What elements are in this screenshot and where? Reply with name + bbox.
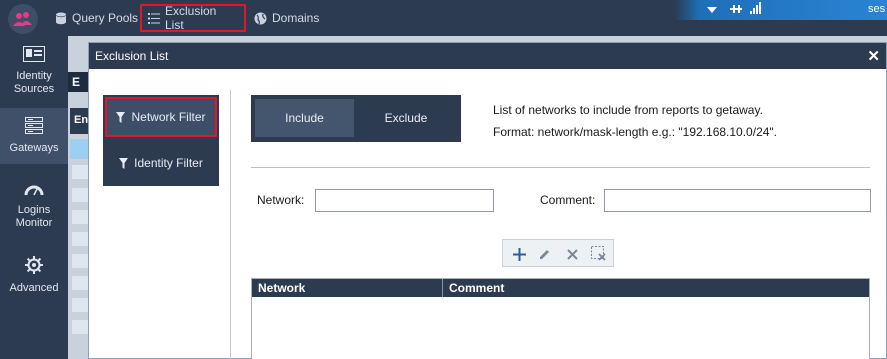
gauge-icon [24, 184, 44, 200]
edit-icon[interactable] [534, 243, 556, 265]
nav-query-pools[interactable]: Query Pools [55, 0, 138, 36]
identity-filter-label: Identity Filter [134, 156, 203, 170]
description-line-1: List of networks to include from reports… [493, 103, 763, 117]
backdrop-row [72, 276, 88, 290]
network-filter-button[interactable]: Network Filter [105, 97, 217, 137]
filter-icon [116, 111, 126, 123]
backdrop-row [72, 320, 88, 334]
status-strip: ses [674, 0, 887, 20]
vertical-divider [230, 90, 231, 359]
gear-icon [25, 256, 43, 278]
filter-panel: Network Filter Identity Filter [103, 95, 219, 186]
nav-gateways-label: Gateways [9, 142, 59, 154]
backdrop-selected-row [70, 139, 88, 159]
delete-icon[interactable] [561, 243, 583, 265]
column-header-comment[interactable]: Comment [443, 279, 869, 297]
id-card-icon [23, 46, 45, 66]
backdrop-row [72, 188, 88, 202]
nav-advanced[interactable]: Advanced [0, 256, 68, 296]
dialog-title: Exclusion List [95, 49, 169, 63]
list-icon [148, 12, 160, 24]
network-icon [730, 4, 742, 18]
nav-query-pools-label: Query Pools [72, 11, 139, 25]
database-icon [55, 12, 67, 25]
comment-label: Comment: [540, 193, 596, 207]
table-header: Network Comment [252, 279, 869, 297]
top-bar: Query Pools Exclusion List Domains ses [0, 0, 887, 36]
backdrop-row [72, 232, 88, 246]
server-stack-icon [25, 117, 43, 138]
nav-exclusion-list-label: Exclusion List [165, 4, 217, 32]
comment-input[interactable] [604, 189, 871, 212]
left-nav: Identity Sources Gateways Logins Monitor… [0, 36, 68, 359]
globe-icon [254, 12, 267, 25]
add-icon[interactable] [508, 243, 530, 265]
exclusion-list-dialog: Exclusion List ✕ Network Filter Identity… [88, 42, 887, 359]
clear-selection-icon[interactable] [588, 243, 610, 265]
users-icon[interactable] [8, 4, 38, 34]
nav-domains-label: Domains [272, 11, 320, 25]
network-label: Network: [257, 193, 305, 207]
nav-domains[interactable]: Domains [254, 0, 319, 36]
nav-identity-sources-label: Identity Sources [13, 70, 55, 95]
backdrop-button: E [68, 72, 88, 92]
network-input[interactable] [315, 189, 494, 212]
description: List of networks to include from reports… [493, 99, 777, 143]
dialog-title-bar: Exclusion List ✕ [89, 43, 886, 69]
include-exclude-toggle: Include Exclude [251, 95, 461, 142]
exclude-button[interactable]: Exclude [355, 99, 457, 137]
chevron-down-icon[interactable] [707, 7, 717, 13]
nav-logins-monitor[interactable]: Logins Monitor [0, 184, 68, 234]
identity-filter-button[interactable]: Identity Filter [105, 143, 217, 183]
nav-identity-sources[interactable]: Identity Sources [0, 46, 68, 100]
filter-icon [119, 157, 129, 169]
backdrop-row [72, 210, 88, 224]
column-header-network[interactable]: Network [252, 279, 443, 297]
signal-icon [750, 2, 761, 17]
nav-exclusion-list[interactable]: Exclusion List [140, 4, 246, 32]
close-icon[interactable]: ✕ [867, 47, 880, 65]
backdrop-row [72, 165, 88, 179]
description-line-2: Format: network/mask-length e.g.: "192.1… [493, 125, 778, 139]
nav-logins-monitor-label: Logins Monitor [15, 204, 53, 229]
backdrop-row [72, 254, 88, 268]
nav-gateways[interactable]: Gateways [0, 108, 68, 164]
network-filter-label: Network Filter [131, 110, 206, 124]
include-button[interactable]: Include [255, 99, 354, 137]
exclusion-table: Network Comment [251, 278, 870, 359]
backdrop-row [72, 298, 88, 312]
user-name[interactable]: ses [868, 3, 885, 15]
backdrop-table-header: En [70, 108, 88, 134]
nav-advanced-label: Advanced [9, 282, 59, 294]
grid-toolbar [502, 239, 614, 267]
horizontal-divider [251, 167, 870, 168]
